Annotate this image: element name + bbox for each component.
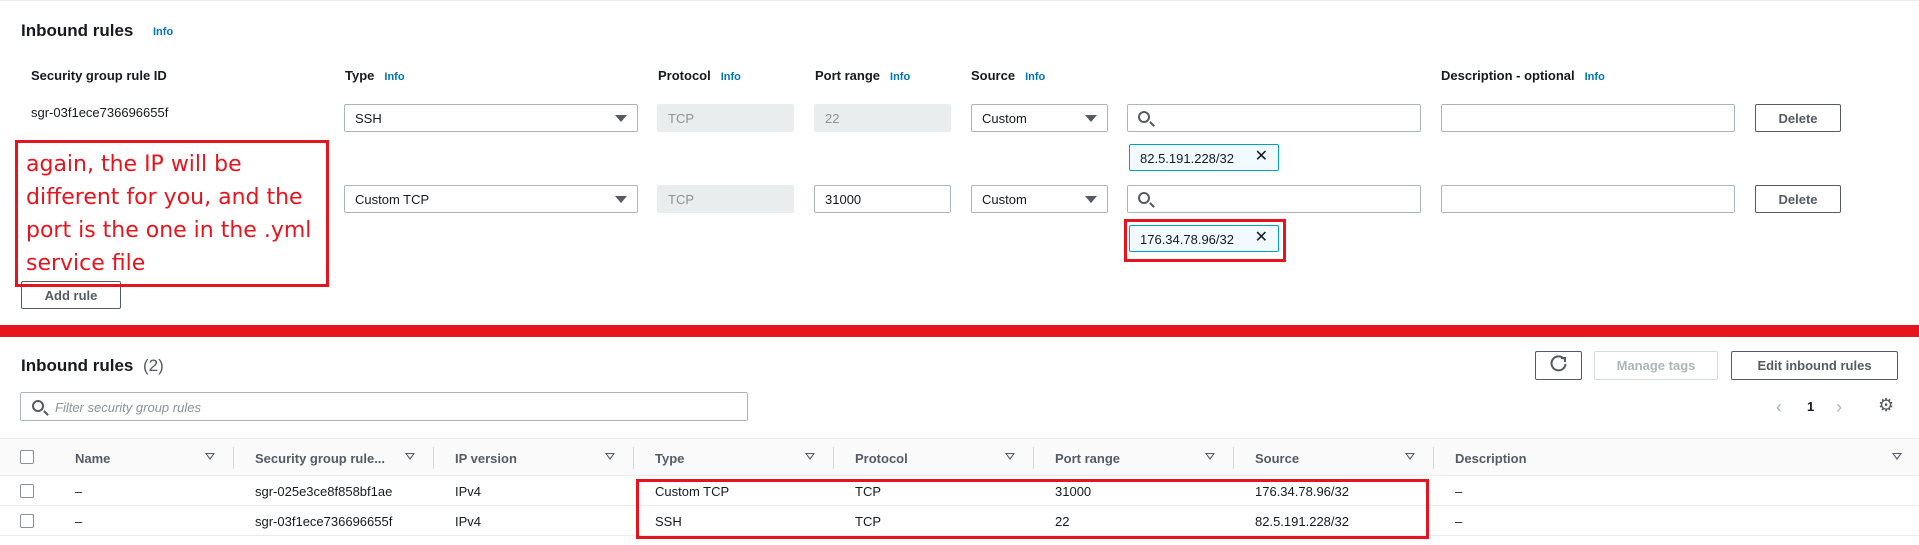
th-port-range[interactable]: Port range [1055, 451, 1120, 466]
col-header-description: Description - optional Info [1441, 68, 1605, 83]
rule-1-type-select[interactable]: SSH [344, 104, 638, 132]
caret-down-icon [615, 115, 627, 122]
col-header-protocol: Protocol Info [658, 68, 741, 83]
sort-icon[interactable] [805, 453, 815, 460]
rule-1-delete-button[interactable]: Delete [1755, 104, 1841, 132]
type-info-link[interactable]: Info [384, 71, 404, 83]
row-checkbox[interactable] [20, 514, 34, 528]
sort-icon[interactable] [1405, 453, 1415, 460]
rule-1-type-value: SSH [355, 111, 382, 126]
rule-2-source-select[interactable]: Custom [971, 185, 1108, 213]
rule-1-cidr-value: 82.5.191.228/32 [1140, 151, 1234, 166]
th-description[interactable]: Description [1455, 451, 1527, 466]
th-type[interactable]: Type [655, 451, 684, 466]
close-icon[interactable]: ✕ [1255, 149, 1268, 165]
rule-2-delete-button[interactable]: Delete [1755, 185, 1841, 213]
rule-2-description-input[interactable] [1441, 185, 1735, 213]
rule-1-port-field: 22 [814, 104, 951, 132]
caret-down-icon [1085, 115, 1097, 122]
column-divider [833, 447, 834, 469]
red-divider [0, 325, 1919, 337]
sort-icon[interactable] [205, 453, 215, 460]
settings-gear-icon[interactable]: ⚙ [1878, 395, 1894, 416]
cell-description: – [1455, 484, 1463, 499]
col-header-source: Source Info [971, 68, 1046, 83]
sort-icon[interactable] [605, 453, 615, 460]
highlight-cidr-box [1124, 219, 1286, 262]
table-count: (2) [143, 356, 164, 375]
rule-1-id: sgr-03f1ece736696655f [31, 105, 169, 120]
highlight-rows-box [636, 479, 1429, 539]
th-rule-id[interactable]: Security group rule... [255, 451, 385, 466]
cell-ip-version: IPv4 [455, 484, 482, 499]
previous-page-icon[interactable]: ‹ [1776, 397, 1782, 418]
protocol-info-link[interactable]: Info [721, 71, 741, 83]
col-header-rule-id: Security group rule ID [31, 68, 167, 83]
rule-2-type-select[interactable]: Custom TCP [344, 185, 638, 213]
filter-placeholder: Filter security group rules [55, 400, 201, 415]
refresh-button[interactable] [1535, 351, 1582, 380]
search-icon [1138, 111, 1150, 123]
filter-input[interactable]: Filter security group rules [20, 392, 748, 421]
description-info-link[interactable]: Info [1585, 71, 1605, 83]
column-divider [1033, 447, 1034, 469]
editor-title: Inbound rules [21, 21, 134, 40]
source-info-link[interactable]: Info [1025, 71, 1045, 83]
rule-1-source-select[interactable]: Custom [971, 104, 1108, 132]
table-header: Name Security group rule... IP version T… [0, 438, 1919, 476]
sort-icon[interactable] [405, 453, 415, 460]
caret-down-icon [1085, 196, 1097, 203]
inbound-rules-table-panel: Inbound rules (2) Manage tags Edit inbou… [0, 337, 1919, 545]
rule-1-source-value: Custom [982, 111, 1027, 126]
cell-name: – [75, 514, 83, 529]
rule-1-description-input[interactable] [1441, 104, 1735, 132]
cell-ip-version: IPv4 [455, 514, 482, 529]
col-header-port-range: Port range Info [815, 68, 911, 83]
caret-down-icon [615, 196, 627, 203]
cell-description: – [1455, 514, 1463, 529]
sort-icon[interactable] [1205, 453, 1215, 460]
select-all-checkbox[interactable] [20, 450, 34, 464]
rule-1-protocol-field: TCP [657, 104, 794, 132]
th-source[interactable]: Source [1255, 451, 1299, 466]
rule-2-port-input[interactable]: 31000 [814, 185, 951, 213]
column-divider [1433, 447, 1434, 469]
column-divider [633, 447, 634, 469]
column-divider [233, 447, 234, 469]
current-page[interactable]: 1 [1807, 399, 1814, 414]
rule-1-cidr-token: 82.5.191.228/32 ✕ [1129, 144, 1279, 171]
editor-title-info-link[interactable]: Info [153, 26, 173, 38]
rule-1-cidr-search-input[interactable] [1127, 104, 1421, 132]
rule-2-source-value: Custom [982, 192, 1027, 207]
cell-rule-id: sgr-025e3ce8f858bf1ae [255, 484, 393, 499]
inbound-rules-editor: Inbound rules Info Security group rule I… [0, 0, 1919, 325]
rule-2-protocol-field: TCP [657, 185, 794, 213]
rule-2-type-value: Custom TCP [355, 192, 430, 207]
next-page-icon[interactable]: › [1836, 397, 1842, 418]
cell-rule-id: sgr-03f1ece736696655f [255, 514, 393, 529]
manage-tags-button[interactable]: Manage tags [1594, 351, 1718, 380]
th-ip-version[interactable]: IP version [455, 451, 517, 466]
sort-icon[interactable] [1892, 453, 1902, 460]
refresh-icon [1550, 355, 1566, 372]
rule-2-cidr-search-input[interactable] [1127, 185, 1421, 213]
column-divider [433, 447, 434, 469]
edit-inbound-rules-button[interactable]: Edit inbound rules [1731, 351, 1898, 380]
search-icon [32, 400, 44, 412]
cell-name: – [75, 484, 83, 499]
search-icon [1138, 192, 1150, 204]
th-name[interactable]: Name [75, 451, 110, 466]
port-range-info-link[interactable]: Info [890, 71, 910, 83]
col-header-type: Type Info [345, 68, 405, 83]
table-title: Inbound rules [21, 356, 134, 375]
column-divider [1233, 447, 1234, 469]
annotation-text: again, the IP will be different for you,… [26, 152, 312, 276]
th-protocol[interactable]: Protocol [855, 451, 908, 466]
row-checkbox[interactable] [20, 484, 34, 498]
sort-icon[interactable] [1005, 453, 1015, 460]
